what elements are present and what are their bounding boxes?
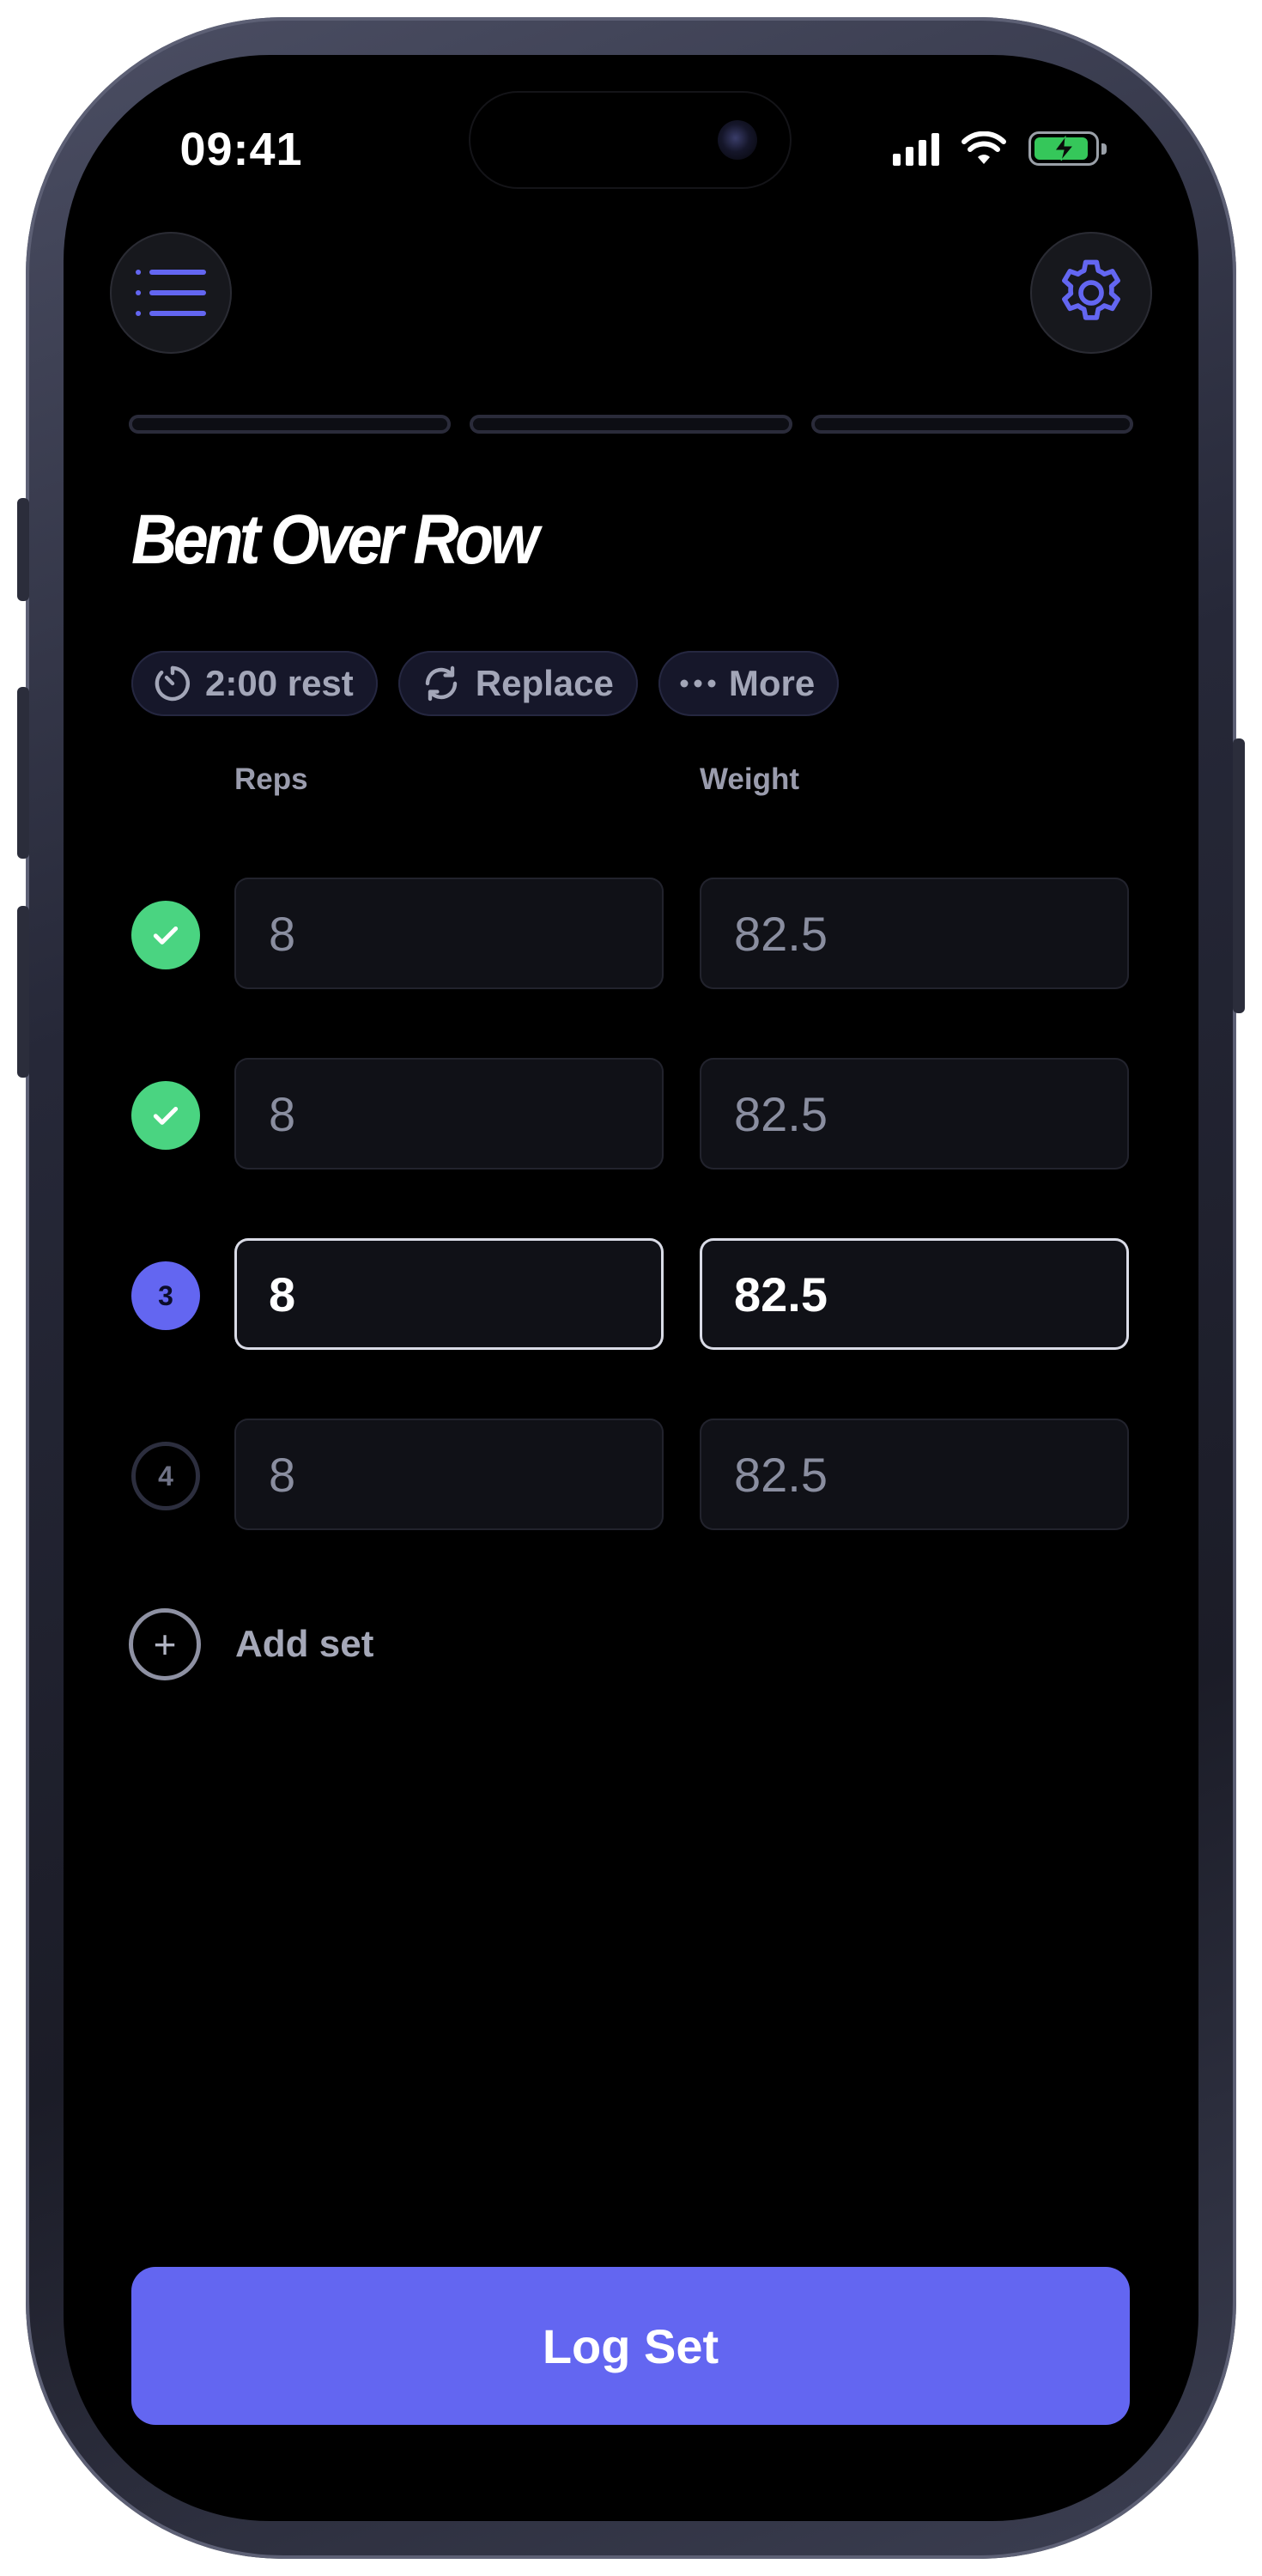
list-icon bbox=[136, 270, 206, 316]
dynamic-island bbox=[470, 93, 790, 187]
reps-input[interactable]: 8 bbox=[234, 1419, 664, 1530]
set-row-active: 3 8 82.5 bbox=[131, 1238, 1129, 1352]
replace-chip[interactable]: Replace bbox=[397, 651, 638, 716]
status-time: 09:41 bbox=[179, 124, 303, 175]
more-chip[interactable]: More bbox=[658, 651, 840, 716]
set-number-badge[interactable]: 3 bbox=[131, 1261, 200, 1330]
check-icon bbox=[153, 1107, 179, 1125]
log-set-button[interactable]: Log Set bbox=[131, 2267, 1130, 2425]
chip-label: More bbox=[728, 663, 816, 703]
exercise-actions: 2:00 rest Replace More bbox=[131, 651, 840, 716]
wifi-icon bbox=[962, 131, 1006, 164]
set-row: 4 8 82.5 bbox=[131, 1419, 1129, 1532]
timer-icon bbox=[155, 665, 191, 702]
chip-label: Replace bbox=[475, 663, 614, 703]
set-complete-badge[interactable] bbox=[131, 901, 200, 969]
action-button bbox=[17, 498, 29, 601]
reps-column-label: Reps bbox=[234, 762, 308, 796]
workout-progress bbox=[129, 415, 1133, 434]
volume-down-button bbox=[17, 906, 29, 1078]
add-set-label: Add set bbox=[235, 1623, 374, 1665]
refresh-icon bbox=[425, 665, 457, 702]
cellular-signal-icon bbox=[893, 131, 939, 166]
add-set-button[interactable]: + Add set bbox=[129, 1608, 373, 1680]
weight-input[interactable]: 82.5 bbox=[700, 1238, 1129, 1350]
gear-icon bbox=[1062, 259, 1120, 320]
weight-column-label: Weight bbox=[700, 762, 800, 796]
set-row: 8 82.5 bbox=[131, 878, 1129, 991]
more-dots-icon bbox=[680, 679, 716, 688]
reps-input[interactable]: 8 bbox=[234, 1238, 664, 1350]
plus-icon: + bbox=[129, 1608, 201, 1680]
progress-segment bbox=[129, 415, 452, 434]
battery-charging-icon bbox=[1028, 131, 1107, 166]
menu-button[interactable] bbox=[110, 232, 232, 354]
weight-input[interactable]: 82.5 bbox=[700, 1058, 1129, 1170]
set-complete-badge[interactable] bbox=[131, 1081, 200, 1150]
progress-segment bbox=[470, 415, 792, 434]
check-icon bbox=[153, 927, 179, 945]
rest-timer-chip[interactable]: 2:00 rest bbox=[131, 651, 378, 716]
reps-input[interactable]: 8 bbox=[234, 1058, 664, 1170]
weight-input[interactable]: 82.5 bbox=[700, 878, 1129, 989]
set-number-badge[interactable]: 4 bbox=[131, 1442, 200, 1510]
settings-button[interactable] bbox=[1030, 232, 1152, 354]
volume-up-button bbox=[17, 687, 29, 859]
camera-lens bbox=[718, 120, 757, 160]
set-row: 8 82.5 bbox=[131, 1058, 1129, 1171]
chip-label: 2:00 rest bbox=[205, 663, 354, 703]
weight-input[interactable]: 82.5 bbox=[700, 1419, 1129, 1530]
status-icons bbox=[893, 129, 1107, 168]
progress-segment bbox=[810, 415, 1133, 434]
power-button bbox=[1233, 738, 1245, 1013]
reps-input[interactable]: 8 bbox=[234, 878, 664, 989]
exercise-title: Bent Over Row bbox=[131, 501, 539, 579]
